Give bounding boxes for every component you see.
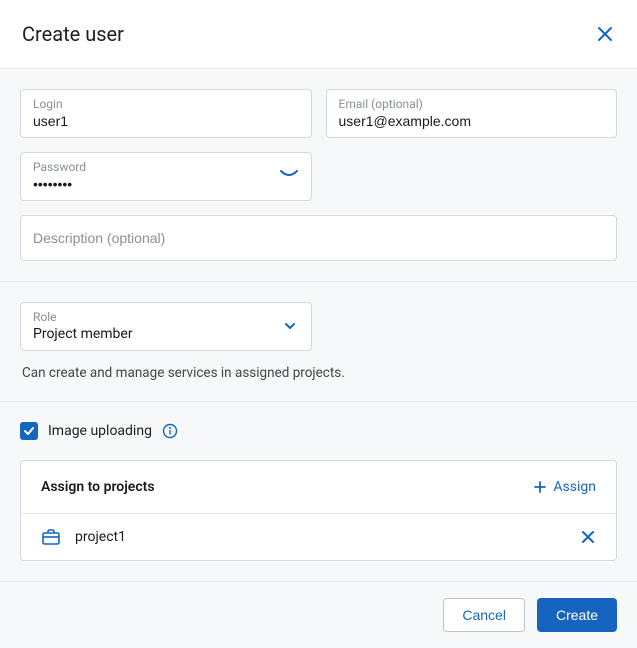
password-reveal-icon[interactable]	[279, 169, 299, 185]
assign-projects-header: Assign to projects Assign	[21, 461, 616, 514]
check-icon	[23, 425, 35, 437]
password-label: Password	[33, 160, 299, 174]
modal-header: Create user	[0, 0, 637, 69]
project-row: project1	[21, 514, 616, 560]
create-button[interactable]: Create	[537, 598, 617, 632]
role-label: Role	[33, 310, 299, 324]
info-icon[interactable]	[162, 423, 178, 439]
email-input[interactable]	[339, 113, 605, 129]
role-description: Can create and manage services in assign…	[20, 365, 617, 381]
description-field[interactable]	[20, 215, 617, 261]
project-name: project1	[75, 529, 566, 545]
cancel-button[interactable]: Cancel	[443, 598, 525, 632]
role-field[interactable]: Role Project member	[20, 302, 312, 351]
user-details-section: Login Email (optional) Password	[0, 69, 637, 282]
email-field[interactable]: Email (optional)	[326, 89, 618, 138]
close-icon	[580, 529, 596, 545]
assign-button-label: Assign	[553, 479, 596, 495]
description-input[interactable]	[33, 230, 604, 246]
image-assign-section: Image uploading Assign to projects Assig…	[0, 402, 637, 582]
assign-projects-title: Assign to projects	[41, 479, 155, 495]
login-field[interactable]: Login	[20, 89, 312, 138]
role-value: Project member	[33, 326, 299, 342]
assign-button[interactable]: Assign	[533, 479, 596, 495]
image-uploading-checkbox[interactable]	[20, 422, 38, 440]
chevron-down-icon	[283, 319, 297, 335]
login-input[interactable]	[33, 113, 299, 129]
image-uploading-row: Image uploading	[20, 422, 617, 440]
close-button[interactable]	[595, 24, 615, 44]
plus-icon	[533, 480, 547, 494]
close-icon	[595, 24, 615, 44]
image-uploading-label: Image uploading	[48, 423, 152, 439]
password-input[interactable]	[33, 176, 299, 192]
login-label: Login	[33, 97, 299, 111]
modal-title: Create user	[22, 22, 124, 46]
password-field[interactable]: Password	[20, 152, 312, 201]
briefcase-icon	[41, 528, 61, 546]
modal-footer: Cancel Create	[0, 582, 637, 648]
role-section: Role Project member Can create and manag…	[0, 282, 637, 402]
remove-project-button[interactable]	[580, 529, 596, 545]
assign-projects-panel: Assign to projects Assign project1	[20, 460, 617, 561]
email-label: Email (optional)	[339, 97, 605, 111]
